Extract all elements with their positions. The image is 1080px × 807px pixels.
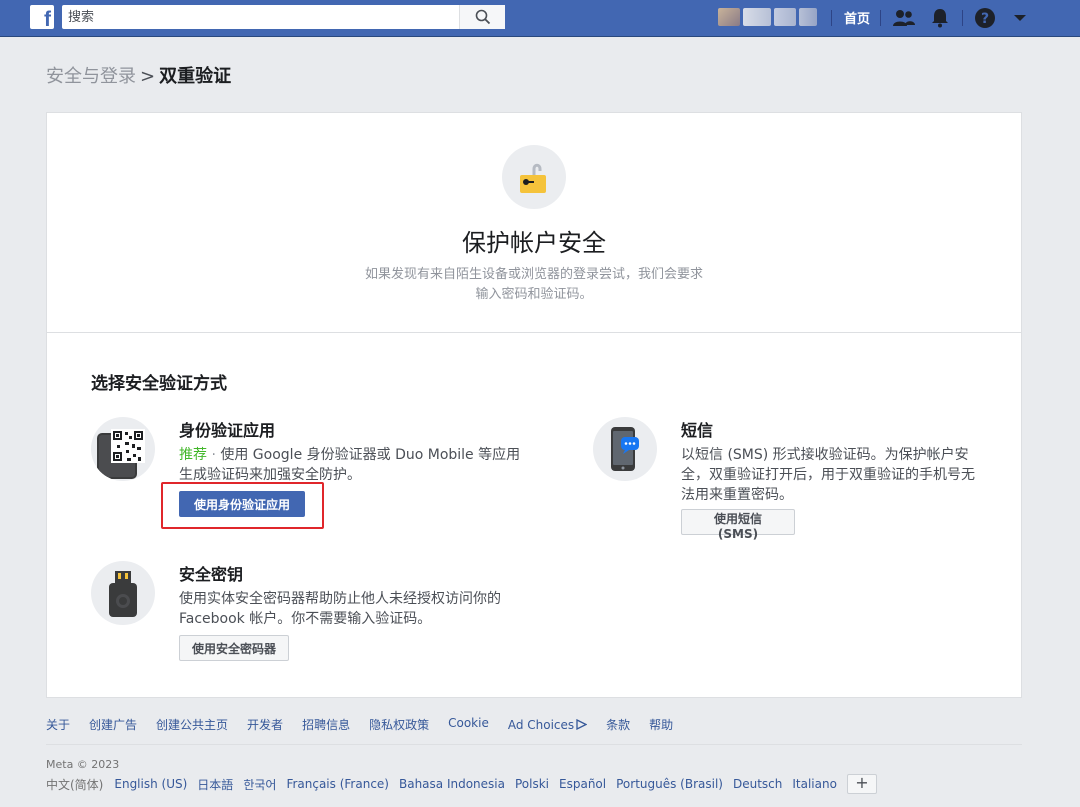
- avatar: [718, 8, 740, 26]
- methods-section-title: 选择安全验证方式: [91, 374, 227, 394]
- help-icon[interactable]: ?: [973, 6, 997, 30]
- nav-divider: [962, 10, 963, 26]
- separator-dot: ·: [207, 447, 221, 463]
- language-link[interactable]: Italiano: [792, 777, 837, 791]
- profile-name-blurred: [743, 8, 771, 26]
- footer-link[interactable]: 创建公共主页: [156, 716, 228, 733]
- language-link[interactable]: 한국어: [243, 776, 276, 793]
- use-sms-button[interactable]: 使用短信 (SMS): [681, 509, 795, 541]
- footer-link[interactable]: 开发者: [247, 716, 283, 733]
- auth-app-title: 身份验证应用: [179, 421, 276, 440]
- current-language: 中文(简体): [46, 777, 104, 792]
- auth-app-description: 使用 Google 身份验证器或 Duo Mobile 等应用生成验证码来加强安…: [179, 447, 521, 483]
- copyright: Meta © 2023: [46, 758, 120, 771]
- nav-divider: [831, 10, 832, 26]
- notifications-icon[interactable]: [928, 6, 952, 30]
- language-link[interactable]: Polski: [515, 777, 549, 791]
- sms-method: 短信 以短信 (SMS) 形式接收验证码。为保护帐户安全，双重验证打开后，用于双…: [593, 417, 993, 541]
- lock-icon: [520, 163, 546, 193]
- top-navigation-bar: f 首页 ?: [0, 0, 1080, 37]
- hero-description: 如果发现有来自陌生设备或浏览器的登录尝试，我们会要求输入密码和验证码。: [364, 267, 703, 302]
- language-link[interactable]: 日本語: [197, 776, 233, 793]
- footer-link[interactable]: 关于: [46, 716, 70, 733]
- ad-choices-icon: [576, 719, 588, 730]
- footer-divider: [46, 744, 1022, 745]
- authenticator-app-icon: [91, 417, 155, 481]
- sms-phone-icon: [593, 417, 657, 481]
- language-link[interactable]: Français (France): [286, 777, 389, 791]
- dropdown-icon[interactable]: [1008, 6, 1032, 30]
- footer-link[interactable]: 招聘信息: [302, 716, 350, 733]
- profile-name-blurred: [774, 8, 796, 26]
- language-link[interactable]: Deutsch: [733, 777, 782, 791]
- ad-choices-link[interactable]: Ad Choices: [507, 716, 588, 733]
- footer-links: 关于 创建广告 创建公共主页 开发者 招聘信息 隐私权政策 Cookie Ad …: [46, 716, 692, 733]
- nav-divider: [880, 10, 881, 26]
- hero-section: 保护帐户安全 如果发现有来自陌生设备或浏览器的登录尝试，我们会要求输入密码和验证…: [47, 113, 1021, 333]
- search-button[interactable]: [459, 5, 505, 29]
- language-link[interactable]: Español: [559, 777, 606, 791]
- language-link[interactable]: Bahasa Indonesia: [399, 777, 505, 791]
- search-box: [62, 5, 505, 29]
- auth-app-description-block: 推荐 · 使用 Google 身份验证器或 Duo Mobile 等应用生成验证…: [179, 445, 531, 485]
- footer-link[interactable]: 创建广告: [89, 716, 137, 733]
- security-key-description: 使用实体安全密码器帮助防止他人未经授权访问你的 Facebook 帐户。你不需要…: [179, 591, 501, 627]
- lock-badge: [502, 145, 566, 209]
- footer-link[interactable]: 帮助: [649, 716, 673, 733]
- highlight-annotation: [161, 482, 324, 529]
- home-link[interactable]: 首页: [844, 8, 870, 27]
- breadcrumb-parent-link[interactable]: 安全与登录: [46, 66, 136, 87]
- friends-icon[interactable]: [892, 6, 916, 30]
- footer-link-label: Ad Choices: [507, 717, 575, 732]
- sms-title: 短信: [681, 421, 714, 440]
- profile-link[interactable]: [718, 6, 822, 28]
- profile-name-blurred: [799, 8, 817, 26]
- two-factor-card: 保护帐户安全 如果发现有来自陌生设备或浏览器的登录尝试，我们会要求输入密码和验证…: [46, 112, 1022, 698]
- language-link[interactable]: Português (Brasil): [616, 777, 723, 791]
- hero-title: 保护帐户安全: [462, 229, 606, 257]
- facebook-logo-letter: f: [44, 8, 51, 31]
- footer-link[interactable]: Cookie: [448, 716, 489, 733]
- search-input[interactable]: [62, 5, 457, 29]
- more-languages-button[interactable]: +: [846, 774, 877, 794]
- recommended-tag: 推荐: [179, 447, 207, 463]
- breadcrumb-separator: >: [140, 66, 156, 87]
- page-title: 双重验证: [159, 66, 232, 87]
- breadcrumb: 安全与登录 > 双重验证: [46, 62, 231, 88]
- security-key-icon: [91, 561, 155, 625]
- search-icon: [475, 9, 490, 25]
- svg-text:?: ?: [981, 11, 989, 27]
- security-key-method: 安全密钥 使用实体安全密码器帮助防止他人未经授权访问你的 Facebook 帐户…: [91, 561, 551, 671]
- language-link[interactable]: English (US): [114, 777, 187, 791]
- footer-link[interactable]: 隐私权政策: [369, 716, 429, 733]
- language-list: 中文(简体) English (US) 日本語 한국어 Français (Fr…: [46, 774, 877, 794]
- facebook-logo[interactable]: f: [30, 5, 54, 31]
- use-security-key-button[interactable]: 使用安全密码器: [179, 635, 289, 661]
- footer-link[interactable]: 条款: [606, 716, 630, 733]
- sms-description: 以短信 (SMS) 形式接收验证码。为保护帐户安全，双重验证打开后，用于双重验证…: [681, 447, 975, 503]
- security-key-title: 安全密钥: [179, 565, 244, 584]
